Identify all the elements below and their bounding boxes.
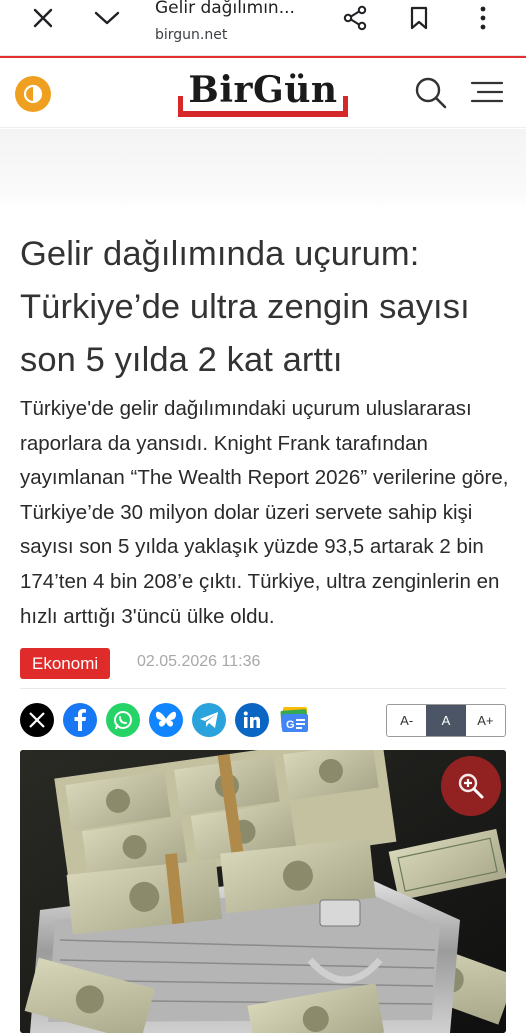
facebook-icon — [74, 709, 86, 731]
publish-date: 02.05.2026 11:36 — [137, 653, 261, 670]
whatsapp-icon — [114, 711, 132, 730]
x-logo-icon — [29, 712, 45, 728]
bluesky-icon — [155, 711, 177, 727]
svg-text:G: G — [286, 719, 295, 731]
article-meta: Ekonomi 02.05.2026 11:36 — [20, 648, 506, 680]
article-hero-image[interactable] — [20, 750, 506, 1033]
share-google-news-button[interactable]: G — [278, 703, 312, 737]
site-logo[interactable]: BirGün — [176, 68, 350, 118]
article-headline: Gelir dağılımında uçurum: Türkiye’de ult… — [20, 235, 470, 379]
minimize-tab-button[interactable] — [89, 4, 125, 32]
share-facebook-button[interactable] — [63, 703, 97, 737]
google-news-icon: G — [280, 707, 308, 732]
menu-button[interactable] — [470, 80, 504, 108]
linkedin-icon — [243, 711, 260, 728]
close-icon — [33, 8, 53, 28]
font-normal-button[interactable]: A — [426, 705, 466, 736]
bookmark-icon — [410, 6, 428, 30]
url-domain[interactable]: birgun.net — [155, 27, 227, 43]
share-whatsapp-button[interactable] — [106, 703, 140, 737]
search-icon — [415, 77, 447, 109]
chevron-down-icon — [94, 11, 120, 25]
ad-placeholder — [0, 129, 526, 209]
tab-title: Gelir dağılımın... — [155, 0, 295, 18]
dark-mode-icon — [23, 84, 43, 104]
share-icon — [343, 5, 367, 31]
browser-toolbar: Gelir dağılımın... birgun.net — [0, 0, 526, 56]
share-telegram-button[interactable] — [192, 703, 226, 737]
site-header: BirGün — [0, 56, 526, 128]
more-options-button[interactable] — [465, 4, 501, 32]
font-decrease-button[interactable]: A- — [387, 705, 426, 736]
more-vertical-icon — [480, 6, 486, 30]
share-x-button[interactable] — [20, 703, 54, 737]
font-size-control: A- A A+ — [386, 704, 506, 737]
logo-text: BirGün — [188, 69, 338, 111]
category-badge[interactable]: Ekonomi — [20, 648, 111, 679]
article-lead: Türkiye'de gelir dağılımındaki uçurum ul… — [20, 397, 509, 628]
share-page-button[interactable] — [337, 4, 373, 32]
share-linkedin-button[interactable] — [235, 703, 269, 737]
divider — [20, 688, 506, 689]
font-increase-button[interactable]: A+ — [466, 705, 505, 736]
hamburger-menu-icon — [470, 81, 504, 103]
hero-photo — [20, 750, 506, 1033]
search-button[interactable] — [414, 76, 448, 110]
zoom-in-icon — [458, 773, 484, 799]
zoom-image-button[interactable] — [441, 756, 501, 816]
close-tab-button[interactable] — [25, 4, 61, 32]
telegram-icon — [200, 712, 218, 728]
bookmark-button[interactable] — [401, 4, 437, 32]
theme-toggle-button[interactable] — [15, 76, 51, 112]
share-bar: G A- A A+ — [20, 703, 506, 739]
share-bluesky-button[interactable] — [149, 703, 183, 737]
